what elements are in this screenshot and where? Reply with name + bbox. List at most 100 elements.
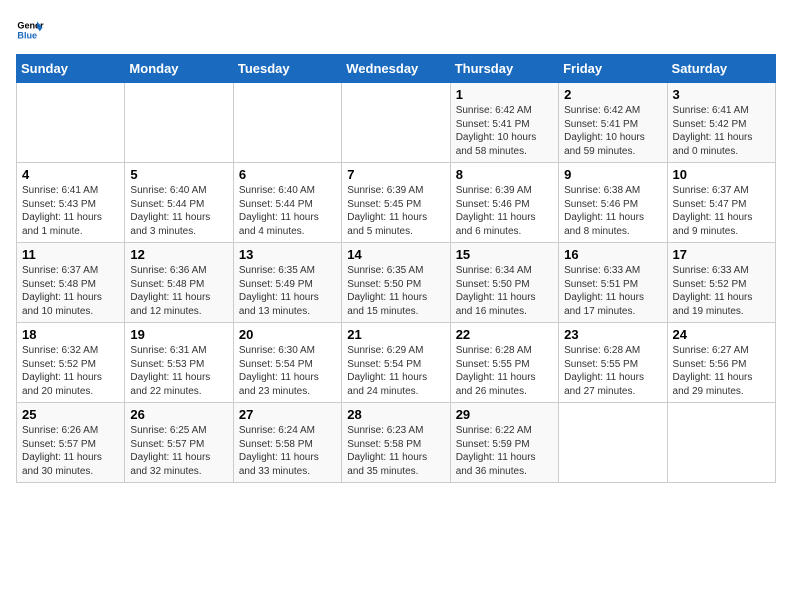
day-number: 6: [239, 167, 336, 182]
day-info: Sunrise: 6:39 AMSunset: 5:46 PMDaylight:…: [456, 184, 553, 238]
day-cell: 21Sunrise: 6:29 AMSunset: 5:54 PMDayligh…: [342, 323, 450, 403]
header-saturday: Saturday: [667, 55, 775, 83]
day-number: 10: [673, 167, 770, 182]
header-friday: Friday: [559, 55, 667, 83]
header-monday: Monday: [125, 55, 233, 83]
day-cell: 10 Sunrise: 6:37 AMSunset: 5:47 PMDayligh…: [667, 163, 775, 243]
day-number: 19: [130, 327, 227, 342]
svg-text:Blue: Blue: [17, 30, 37, 40]
day-cell: 23Sunrise: 6:28 AMSunset: 5:55 PMDayligh…: [559, 323, 667, 403]
logo-icon: General Blue: [16, 16, 44, 44]
day-number: 7: [347, 167, 444, 182]
day-number: 8: [456, 167, 553, 182]
header-wednesday: Wednesday: [342, 55, 450, 83]
day-cell: 17 Sunrise: 6:33 AMSunset: 5:52 PMDayligh…: [667, 243, 775, 323]
day-number: 5: [130, 167, 227, 182]
day-info: Sunrise: 6:41 AMSunset: 5:43 PMDaylight:…: [22, 184, 119, 238]
day-info: Sunrise: 6:28 AMSunset: 5:55 PMDaylight:…: [456, 344, 553, 398]
day-info: Sunrise: 6:26 AMSunset: 5:57 PMDaylight:…: [22, 424, 119, 478]
day-info: Sunrise: 6:38 AMSunset: 5:46 PMDaylight:…: [564, 184, 661, 238]
day-cell: 5 Sunrise: 6:40 AMSunset: 5:44 PMDaylight…: [125, 163, 233, 243]
day-info: Sunrise: 6:22 AMSunset: 5:59 PMDaylight:…: [456, 424, 553, 478]
day-info: Sunrise: 6:37 AMSunset: 5:48 PMDaylight:…: [22, 264, 119, 318]
day-info: Sunrise: 6:33 AMSunset: 5:51 PMDaylight:…: [564, 264, 661, 318]
day-info: Sunrise: 6:42 AMSunset: 5:41 PMDaylight:…: [456, 104, 553, 158]
day-info: Sunrise: 6:29 AMSunset: 5:54 PMDaylight:…: [347, 344, 444, 398]
day-number: 24: [673, 327, 770, 342]
day-cell: 13 Sunrise: 6:35 AMSunset: 5:49 PMDayligh…: [233, 243, 341, 323]
day-number: 14: [347, 247, 444, 262]
calendar-table: SundayMondayTuesdayWednesdayThursdayFrid…: [16, 54, 776, 483]
day-number: 1: [456, 87, 553, 102]
day-cell: [233, 83, 341, 163]
day-info: Sunrise: 6:25 AMSunset: 5:57 PMDaylight:…: [130, 424, 227, 478]
day-number: 17: [673, 247, 770, 262]
day-number: 20: [239, 327, 336, 342]
day-info: Sunrise: 6:35 AMSunset: 5:49 PMDaylight:…: [239, 264, 336, 318]
day-info: Sunrise: 6:39 AMSunset: 5:45 PMDaylight:…: [347, 184, 444, 238]
day-cell: 27 Sunrise: 6:24 AMSunset: 5:58 PMDayligh…: [233, 403, 341, 483]
day-number: 25: [22, 407, 119, 422]
day-number: 11: [22, 247, 119, 262]
day-cell: [17, 83, 125, 163]
calendar-header: SundayMondayTuesdayWednesdayThursdayFrid…: [17, 55, 776, 83]
day-number: 16: [564, 247, 661, 262]
day-cell: [667, 403, 775, 483]
day-info: Sunrise: 6:40 AMSunset: 5:44 PMDaylight:…: [130, 184, 227, 238]
day-info: Sunrise: 6:24 AMSunset: 5:58 PMDaylight:…: [239, 424, 336, 478]
day-cell: 11 Sunrise: 6:37 AMSunset: 5:48 PMDayligh…: [17, 243, 125, 323]
day-number: 27: [239, 407, 336, 422]
day-cell: 7 Sunrise: 6:39 AMSunset: 5:45 PMDaylight…: [342, 163, 450, 243]
week-row-1: 1 Sunrise: 6:42 AMSunset: 5:41 PMDaylight…: [17, 83, 776, 163]
day-info: Sunrise: 6:31 AMSunset: 5:53 PMDaylight:…: [130, 344, 227, 398]
day-info: Sunrise: 6:42 AMSunset: 5:41 PMDaylight:…: [564, 104, 661, 158]
day-info: Sunrise: 6:37 AMSunset: 5:47 PMDaylight:…: [673, 184, 770, 238]
day-cell: 8 Sunrise: 6:39 AMSunset: 5:46 PMDaylight…: [450, 163, 558, 243]
day-cell: 2 Sunrise: 6:42 AMSunset: 5:41 PMDaylight…: [559, 83, 667, 163]
logo: General Blue: [16, 16, 48, 44]
day-cell: 9 Sunrise: 6:38 AMSunset: 5:46 PMDaylight…: [559, 163, 667, 243]
header-tuesday: Tuesday: [233, 55, 341, 83]
header: General Blue: [16, 16, 776, 44]
day-number: 2: [564, 87, 661, 102]
day-cell: 25 Sunrise: 6:26 AMSunset: 5:57 PMDayligh…: [17, 403, 125, 483]
day-number: 3: [673, 87, 770, 102]
day-number: 29: [456, 407, 553, 422]
week-row-5: 25 Sunrise: 6:26 AMSunset: 5:57 PMDayligh…: [17, 403, 776, 483]
calendar-body: 1 Sunrise: 6:42 AMSunset: 5:41 PMDaylight…: [17, 83, 776, 483]
day-info: Sunrise: 6:33 AMSunset: 5:52 PMDaylight:…: [673, 264, 770, 318]
day-number: 15: [456, 247, 553, 262]
day-info: Sunrise: 6:40 AMSunset: 5:44 PMDaylight:…: [239, 184, 336, 238]
day-cell: 18Sunrise: 6:32 AMSunset: 5:52 PMDayligh…: [17, 323, 125, 403]
day-cell: 24 Sunrise: 6:27 AMSunset: 5:56 PMDayligh…: [667, 323, 775, 403]
day-cell: 12 Sunrise: 6:36 AMSunset: 5:48 PMDayligh…: [125, 243, 233, 323]
week-row-2: 4Sunrise: 6:41 AMSunset: 5:43 PMDaylight…: [17, 163, 776, 243]
header-sunday: Sunday: [17, 55, 125, 83]
day-number: 9: [564, 167, 661, 182]
day-number: 13: [239, 247, 336, 262]
day-cell: 28 Sunrise: 6:23 AMSunset: 5:58 PMDayligh…: [342, 403, 450, 483]
day-cell: 3 Sunrise: 6:41 AMSunset: 5:42 PMDaylight…: [667, 83, 775, 163]
week-row-4: 18Sunrise: 6:32 AMSunset: 5:52 PMDayligh…: [17, 323, 776, 403]
day-info: Sunrise: 6:23 AMSunset: 5:58 PMDaylight:…: [347, 424, 444, 478]
day-cell: [125, 83, 233, 163]
day-cell: 29 Sunrise: 6:22 AMSunset: 5:59 PMDayligh…: [450, 403, 558, 483]
day-cell: 14 Sunrise: 6:35 AMSunset: 5:50 PMDayligh…: [342, 243, 450, 323]
day-info: Sunrise: 6:41 AMSunset: 5:42 PMDaylight:…: [673, 104, 770, 158]
day-number: 12: [130, 247, 227, 262]
day-cell: 4Sunrise: 6:41 AMSunset: 5:43 PMDaylight…: [17, 163, 125, 243]
day-info: Sunrise: 6:36 AMSunset: 5:48 PMDaylight:…: [130, 264, 227, 318]
day-cell: [559, 403, 667, 483]
day-number: 28: [347, 407, 444, 422]
day-cell: 22Sunrise: 6:28 AMSunset: 5:55 PMDayligh…: [450, 323, 558, 403]
day-number: 26: [130, 407, 227, 422]
week-row-3: 11 Sunrise: 6:37 AMSunset: 5:48 PMDayligh…: [17, 243, 776, 323]
day-number: 23: [564, 327, 661, 342]
day-info: Sunrise: 6:27 AMSunset: 5:56 PMDaylight:…: [673, 344, 770, 398]
day-cell: 19 Sunrise: 6:31 AMSunset: 5:53 PMDayligh…: [125, 323, 233, 403]
day-info: Sunrise: 6:34 AMSunset: 5:50 PMDaylight:…: [456, 264, 553, 318]
day-cell: 26 Sunrise: 6:25 AMSunset: 5:57 PMDayligh…: [125, 403, 233, 483]
day-cell: 1 Sunrise: 6:42 AMSunset: 5:41 PMDaylight…: [450, 83, 558, 163]
day-info: Sunrise: 6:35 AMSunset: 5:50 PMDaylight:…: [347, 264, 444, 318]
day-cell: [342, 83, 450, 163]
